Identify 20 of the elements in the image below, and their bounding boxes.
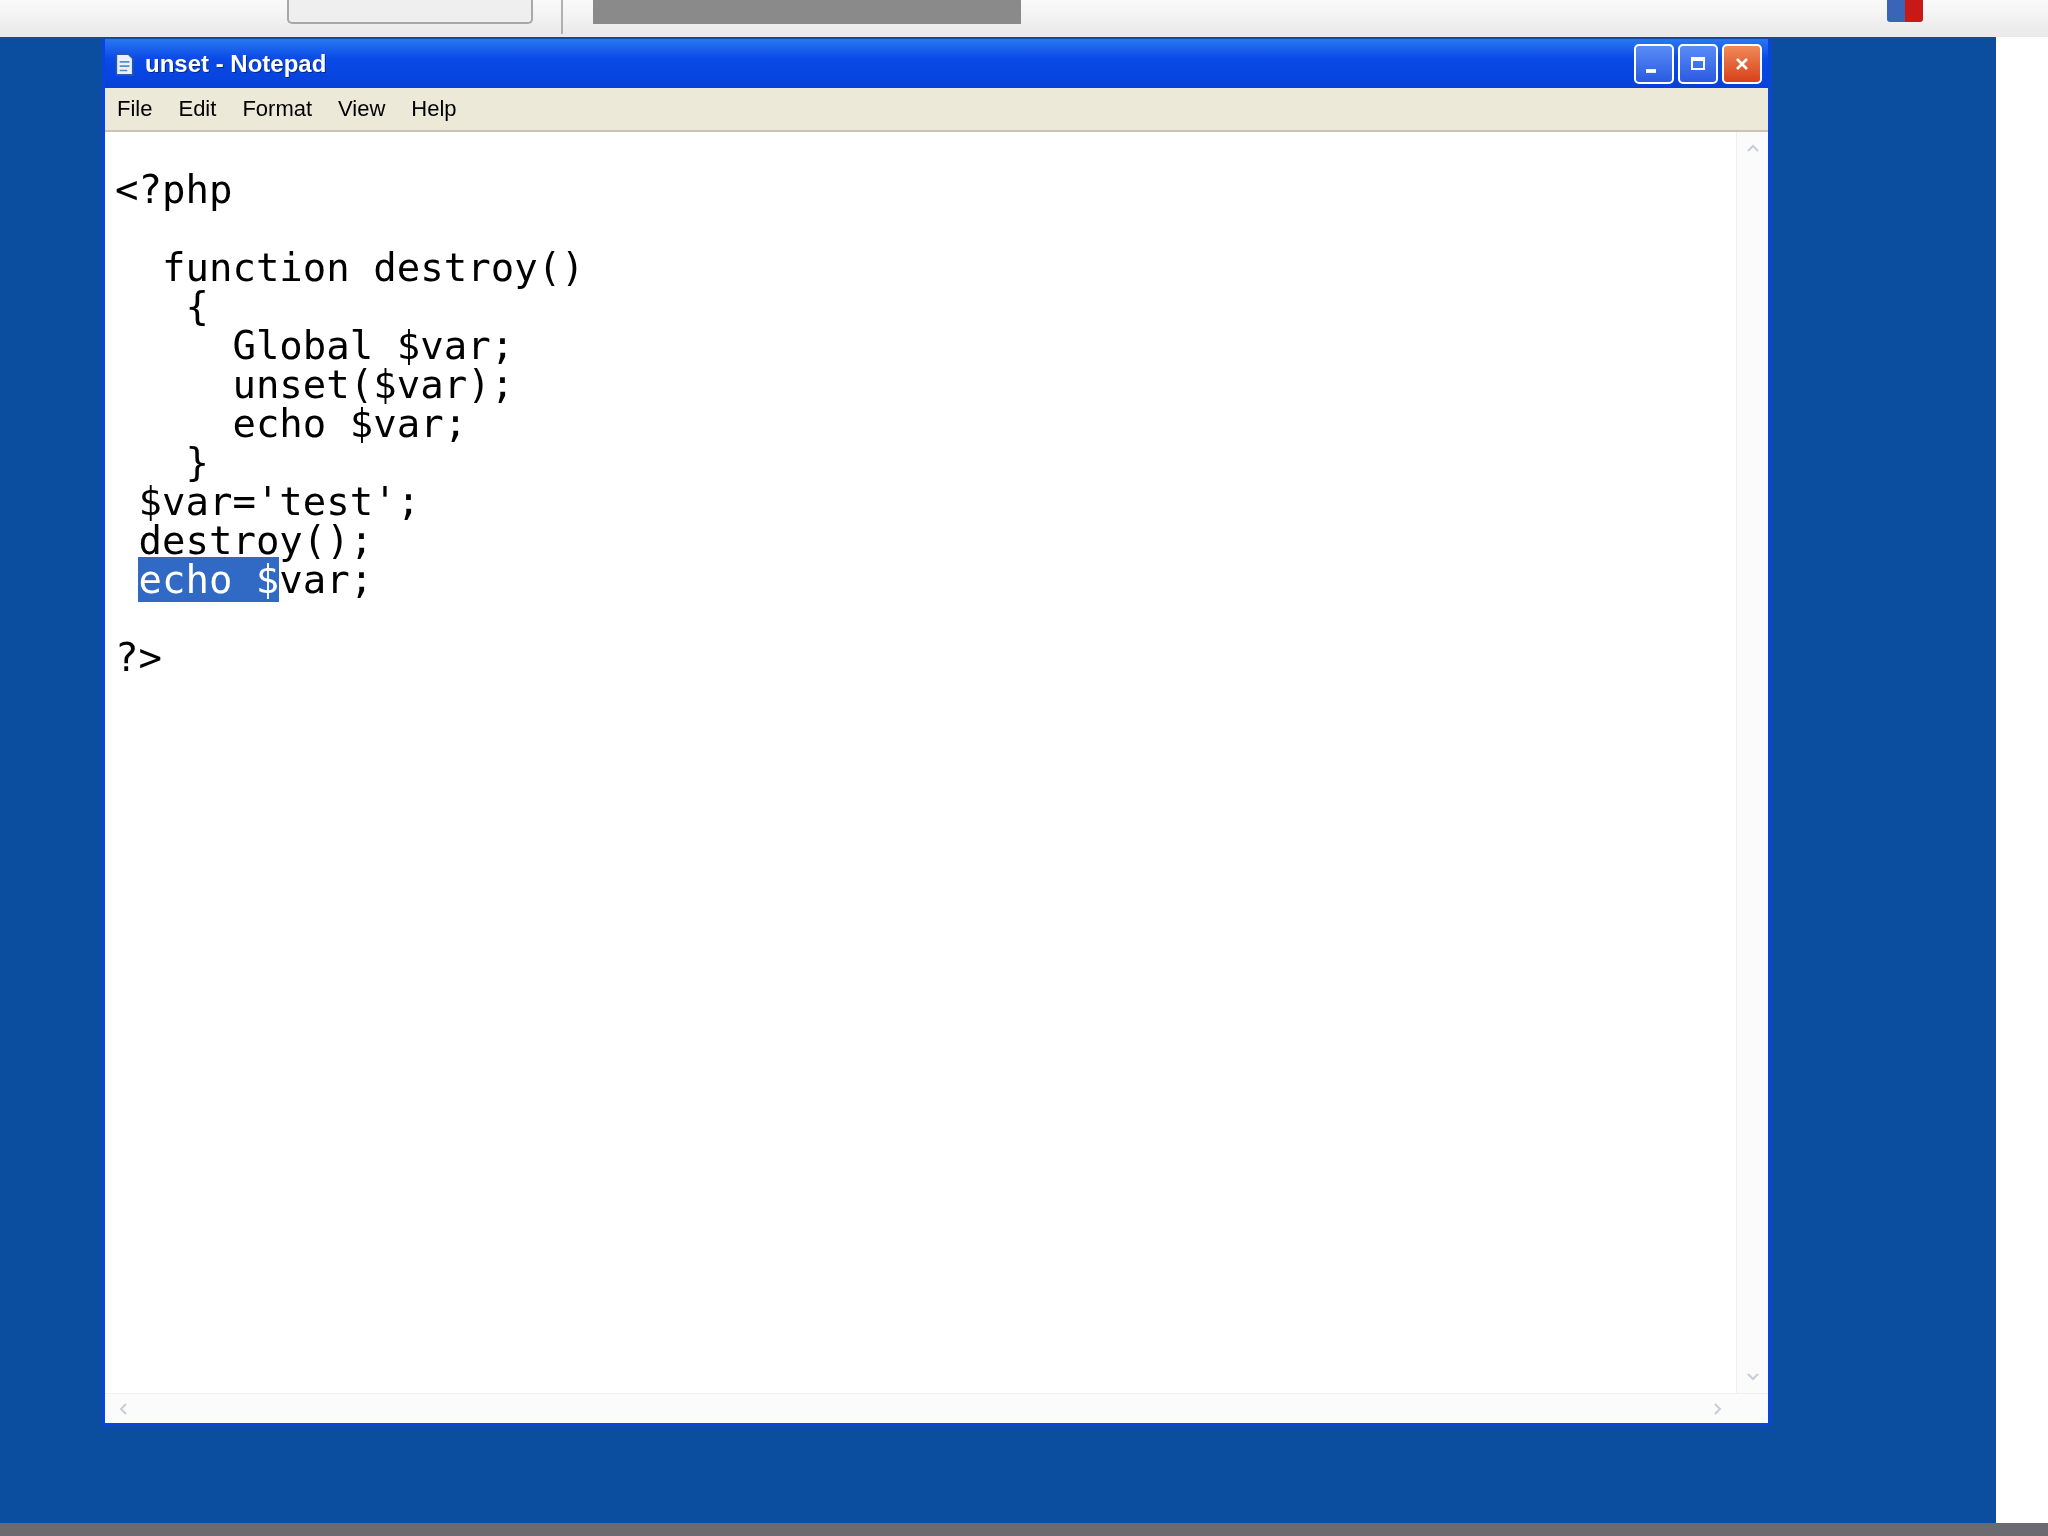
notepad-icon — [113, 51, 135, 76]
menu-item[interactable]: View — [338, 96, 386, 122]
vertical-scrollbar[interactable] — [1736, 132, 1768, 1393]
minimize-icon — [1646, 68, 1656, 73]
maximize-button[interactable] — [1678, 43, 1718, 84]
code-text: ?> — [115, 635, 162, 680]
menu-item[interactable]: Format — [242, 96, 313, 122]
toolbar-dropdown[interactable] — [593, 0, 1021, 24]
menu-item[interactable]: Edit — [178, 96, 217, 122]
window-title: unset - Notepad — [145, 49, 327, 78]
menu-item[interactable]: File — [117, 96, 153, 122]
menu-item[interactable]: Help — [411, 96, 457, 122]
minimize-button[interactable] — [1634, 43, 1674, 84]
horizontal-scrollbar[interactable] — [105, 1393, 1768, 1423]
close-button[interactable] — [1722, 43, 1762, 84]
selected-text: echo $ — [138, 557, 280, 602]
toolbar-button[interactable] — [287, 0, 533, 24]
code-text: Global $var; — [231, 323, 515, 368]
code-text: <?php — [115, 167, 233, 212]
tray-icon[interactable] — [1887, 0, 1923, 22]
